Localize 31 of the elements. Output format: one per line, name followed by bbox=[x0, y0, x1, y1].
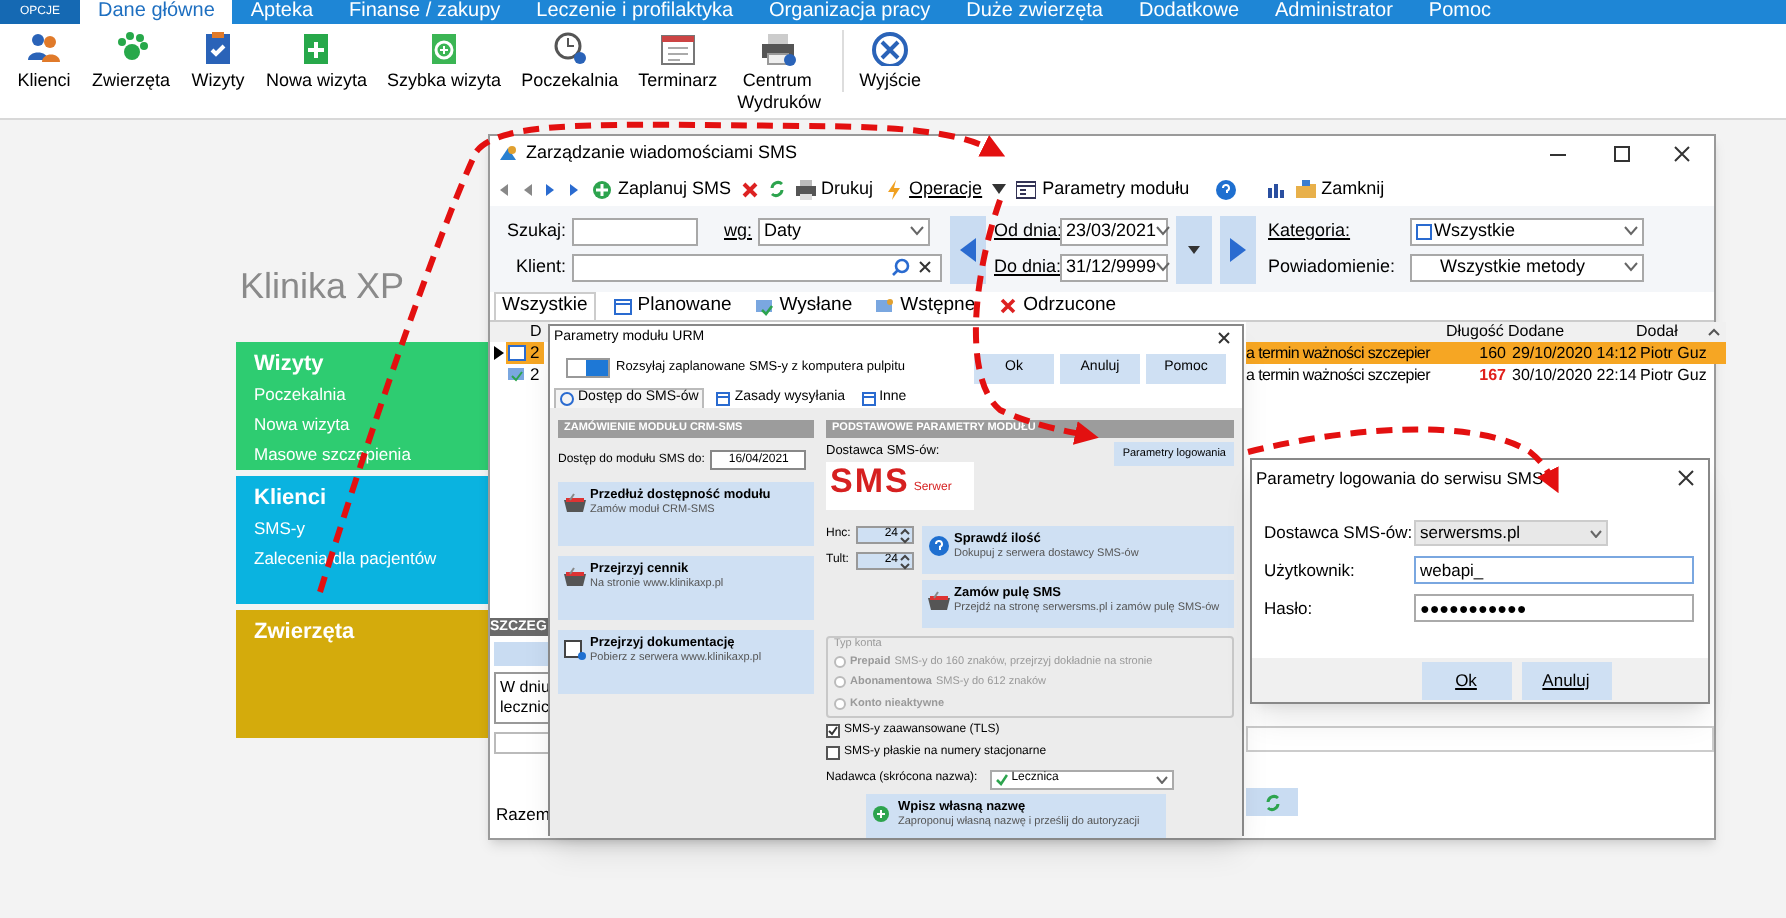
column-header: D bbox=[530, 322, 542, 342]
tile-title: Klienci bbox=[254, 484, 327, 514]
field-label: Użytkownik: bbox=[1264, 557, 1357, 583]
table-cell-text: 30/10/2020 22:14 bbox=[1510, 363, 1636, 387]
table-cell: 2 bbox=[530, 340, 540, 366]
field-label: Hasło: bbox=[1264, 595, 1315, 621]
field-label: Powiadomienie: bbox=[1268, 253, 1398, 280]
column-header: Dodane bbox=[1508, 322, 1567, 342]
total-label: Razem bbox=[494, 802, 550, 828]
table-cell: 2 bbox=[530, 362, 540, 388]
table-cell-text: 29/10/2020 14:12 bbox=[1510, 341, 1636, 365]
column-header: Długość bbox=[1446, 322, 1506, 342]
table-cell-text: a termin ważności szczepier bbox=[1246, 363, 1433, 387]
tile-title: Zwierzęta bbox=[254, 618, 355, 648]
column-header: Dodał bbox=[1636, 322, 1680, 342]
field-label: wg: bbox=[724, 217, 753, 244]
field-label: Szukaj: bbox=[506, 217, 566, 244]
window-title: Zarządzanie wiadomościami SMS bbox=[526, 140, 798, 167]
table-cell-text: 167 bbox=[1477, 363, 1508, 387]
app-title: Klinika XP bbox=[240, 264, 405, 310]
field-label: Kategoria: bbox=[1268, 217, 1353, 244]
details-text: lecznic bbox=[500, 698, 550, 718]
tile-title: Wizyty bbox=[254, 350, 324, 380]
dialog-title: Parametry logowania do serwisu SMS bbox=[1256, 465, 1546, 491]
table-cell-text: Piotr Guz bbox=[1638, 363, 1708, 387]
field-label: Dostawca SMS-ów: bbox=[1264, 520, 1414, 546]
table-cell-text: Piotr Guz bbox=[1638, 341, 1708, 365]
field-label: Klient: bbox=[513, 253, 566, 280]
table-cell-text: a termin ważności szczepier bbox=[1246, 341, 1433, 365]
table-cell-text: 160 bbox=[1477, 341, 1508, 365]
logo-text: SMS bbox=[830, 462, 910, 502]
